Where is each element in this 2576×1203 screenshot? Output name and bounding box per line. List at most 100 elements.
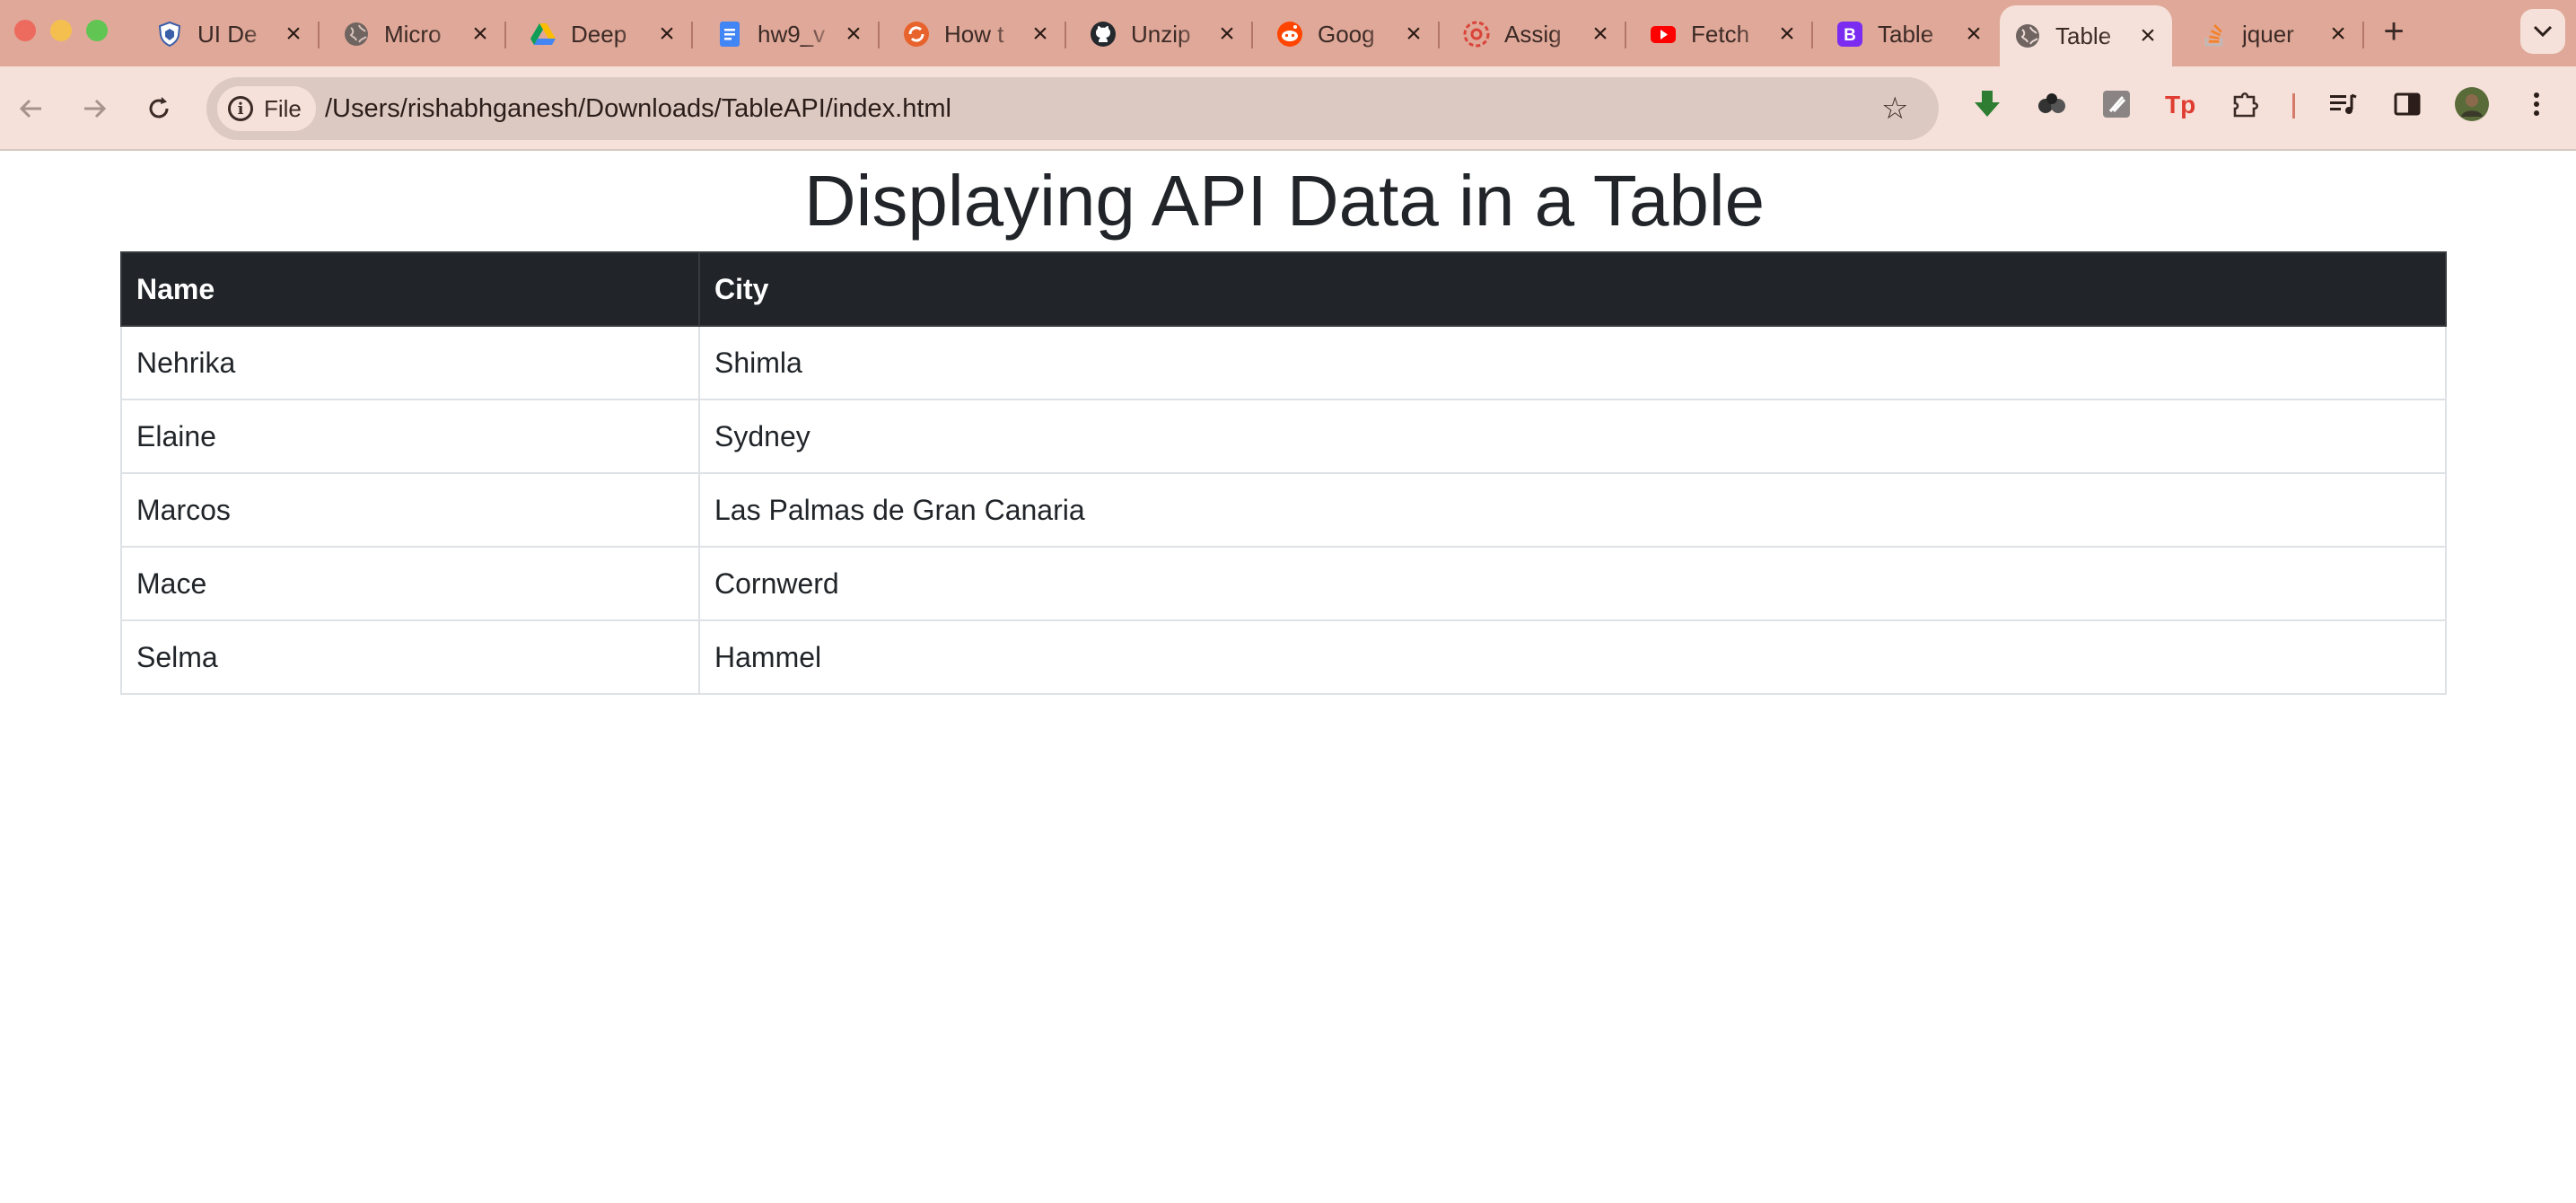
close-window-button[interactable]: [14, 20, 36, 41]
drive-icon: [530, 21, 556, 48]
tab-title: Assig: [1504, 20, 1562, 48]
browser-tab[interactable]: Deep ×: [515, 9, 691, 59]
tab-title: Deep: [571, 20, 627, 48]
close-icon[interactable]: ×: [2136, 21, 2160, 50]
table-row: Marcos Las Palmas de Gran Canaria: [120, 472, 2447, 548]
table-row: Nehrika Shimla: [120, 325, 2447, 400]
address-bar[interactable]: i File /Users/rishabhganesh/Downloads/Ta…: [206, 77, 1939, 140]
site-info-label: File: [264, 94, 302, 122]
avatar[interactable]: [2454, 86, 2490, 122]
reddit-icon: [1276, 21, 1303, 48]
table-header-row: Name City: [120, 251, 2447, 327]
close-icon[interactable]: ×: [1402, 19, 1425, 48]
tab-title: Fetch: [1691, 20, 1750, 48]
close-icon[interactable]: ×: [469, 19, 492, 48]
tab-title: Unzip: [1131, 20, 1191, 48]
cell-city: Shimla: [698, 325, 2447, 400]
extension-tp-icon[interactable]: Tp: [2163, 86, 2199, 122]
new-tab-button[interactable]: +: [2375, 12, 2413, 51]
globe-icon: [343, 21, 370, 48]
browser-tab[interactable]: B Table ×: [1822, 9, 1998, 59]
tab-separator: [1438, 22, 1440, 48]
close-icon[interactable]: ×: [1589, 19, 1612, 48]
table-row: Elaine Sydney: [120, 399, 2447, 474]
browser-tab[interactable]: Assig ×: [1449, 9, 1625, 59]
table-row: Selma Hammel: [120, 619, 2447, 695]
tab-title: jquer: [2242, 20, 2294, 48]
chevron-down-icon: [2533, 25, 2553, 38]
tab-search-button[interactable]: [2520, 9, 2565, 54]
extension-dots-icon[interactable]: [2034, 86, 2070, 122]
site-info-chip[interactable]: i File: [217, 86, 316, 131]
browser-tab[interactable]: Unzip ×: [1075, 9, 1251, 59]
browser-tab[interactable]: hw9_v ×: [702, 9, 878, 59]
column-header-city: City: [698, 251, 2447, 327]
tab-strip: UI De × Micro × Deep × hw9_v × How t × U…: [0, 0, 2576, 66]
tab-title: How t: [944, 20, 1004, 48]
media-control-icon[interactable]: [2325, 86, 2361, 122]
browser-tab[interactable]: Micro ×: [329, 9, 504, 59]
side-panel-icon[interactable]: [2389, 86, 2425, 122]
cell-city: Sydney: [698, 399, 2447, 474]
tab-separator: [1811, 22, 1813, 48]
close-icon[interactable]: ×: [2326, 19, 2350, 48]
stackoverflow-icon: [2201, 21, 2228, 48]
extension-slash-icon[interactable]: [2098, 86, 2134, 122]
svg-text:B: B: [1844, 26, 1856, 45]
cell-city: Cornwerd: [698, 546, 2447, 621]
back-button[interactable]: [9, 86, 54, 131]
close-icon[interactable]: ×: [655, 19, 679, 48]
back-arrow-icon: [19, 99, 41, 119]
table-row: Mace Cornwerd: [120, 546, 2447, 621]
cell-name: Elaine: [120, 399, 700, 474]
fullscreen-window-button[interactable]: [86, 20, 108, 41]
close-icon[interactable]: ×: [1775, 19, 1799, 48]
tab-separator: [1065, 22, 1066, 48]
browser-menu-icon[interactable]: [2519, 86, 2554, 122]
info-icon: i: [228, 96, 253, 121]
download-icon[interactable]: [1969, 86, 2005, 122]
cell-name: Mace: [120, 546, 700, 621]
tab-title: Table: [2055, 22, 2112, 49]
tab-separator: [1625, 22, 1626, 48]
bookmark-star-icon[interactable]: ☆: [1881, 93, 1912, 124]
shield-icon: [156, 21, 183, 48]
tab-separator: [504, 22, 506, 48]
browser-tab[interactable]: Goog ×: [1262, 9, 1438, 59]
browser-tab[interactable]: UI De ×: [142, 9, 318, 59]
svg-text:Tp: Tp: [2165, 91, 2195, 119]
close-icon[interactable]: ×: [1215, 19, 1239, 48]
close-icon[interactable]: ×: [1029, 19, 1052, 48]
tab-title: Goog: [1318, 20, 1375, 48]
globe-icon: [2014, 22, 2041, 49]
browser-tab-active[interactable]: Table ×: [2000, 5, 2172, 66]
page-title: Displaying API Data in a Table: [803, 161, 1766, 241]
tab-separator: [1251, 22, 1253, 48]
browser-tab[interactable]: jquer ×: [2186, 9, 2362, 59]
canvas-icon: [1463, 21, 1490, 48]
docs-icon: [716, 21, 743, 48]
forward-button[interactable]: [72, 86, 117, 131]
column-header-name: Name: [120, 251, 700, 327]
browser-tab[interactable]: How t ×: [889, 9, 1065, 59]
sync-icon: [903, 21, 930, 48]
cell-city: Hammel: [698, 619, 2447, 695]
puzzle-icon[interactable]: [2228, 86, 2264, 122]
tab-title: Table: [1878, 20, 1934, 48]
forward-arrow-icon: [84, 99, 107, 119]
tab-title: hw9_v: [758, 20, 826, 48]
cell-name: Selma: [120, 619, 700, 695]
tab-title: UI De: [197, 20, 258, 48]
cell-city: Las Palmas de Gran Canaria: [698, 472, 2447, 548]
cell-name: Marcos: [120, 472, 700, 548]
reload-button[interactable]: [136, 86, 181, 131]
url-text[interactable]: /Users/rishabhganesh/Downloads/TableAPI/…: [325, 77, 951, 140]
minimize-window-button[interactable]: [50, 20, 72, 41]
browser-tab[interactable]: Fetch ×: [1635, 9, 1811, 59]
close-icon[interactable]: ×: [1962, 19, 1985, 48]
close-icon[interactable]: ×: [282, 19, 305, 48]
tab-separator: [691, 22, 693, 48]
bootstrap-icon: B: [1836, 21, 1863, 48]
toolbar-separator: [2292, 93, 2295, 119]
close-icon[interactable]: ×: [842, 19, 865, 48]
